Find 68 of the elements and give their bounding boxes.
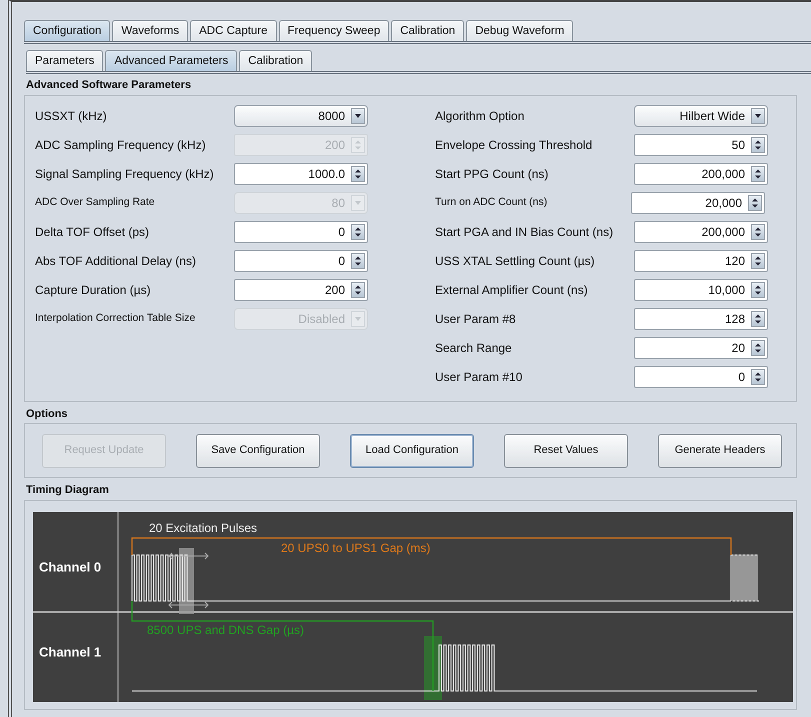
spinner-field[interactable]: 128: [634, 308, 768, 330]
tab[interactable]: Frequency Sweep: [278, 20, 390, 41]
field-label: Turn on ADC Count (ns): [435, 195, 548, 210]
field-label: Interpolation Correction Table Size: [35, 311, 196, 326]
field-label: Capture Duration (µs): [35, 282, 152, 299]
gap-label: 20 UPS0 to UPS1 Gap (ms): [281, 540, 430, 555]
spinner-field[interactable]: 50: [634, 134, 768, 156]
spinner-arrows-icon[interactable]: [751, 166, 765, 182]
spinner-arrows-icon[interactable]: [751, 340, 765, 356]
spinner-field[interactable]: 0: [234, 221, 368, 243]
spinner-field[interactable]: 200: [234, 279, 368, 301]
spinner-arrows-icon[interactable]: [751, 137, 765, 153]
section-title: Advanced Software Parameters: [26, 78, 192, 93]
pulse-count-label: 20 Excitation Pulses: [149, 520, 258, 535]
button[interactable]: Reset Values: [504, 434, 628, 468]
dropdown[interactable]: 8000: [234, 105, 368, 127]
field-label: Start PGA and IN Bias Count (ns): [435, 224, 614, 241]
field-label: Delta TOF Offset (ps): [35, 224, 150, 241]
field-label: User Param #10: [435, 369, 524, 386]
spinner-arrows-icon[interactable]: [751, 224, 765, 240]
section-title: Options: [26, 406, 69, 422]
field-label: User Param #8: [435, 311, 517, 328]
spinner-arrows-icon[interactable]: [351, 166, 365, 182]
field-label: Envelope Crossing Threshold: [435, 137, 594, 154]
tab[interactable]: Calibration: [391, 20, 464, 41]
tab[interactable]: Advanced Parameters: [105, 50, 238, 71]
field-label: ADC Over Sampling Rate: [35, 195, 156, 210]
spinner-arrows-icon[interactable]: [751, 311, 765, 327]
spinner-field[interactable]: 1000.0: [234, 163, 368, 185]
spinner-arrows-icon[interactable]: [751, 282, 765, 298]
field-label: ADC Sampling Frequency (kHz): [35, 137, 207, 154]
field-label: USSXT (kHz): [35, 108, 108, 125]
field-label: Algorithm Option: [435, 108, 526, 125]
field-label: USS XTAL Settling Count (µs): [435, 253, 596, 270]
spinner-arrows-icon[interactable]: [351, 253, 365, 269]
tab[interactable]: Waveforms: [112, 20, 188, 41]
field-label: Abs TOF Additional Delay (ns): [35, 253, 197, 270]
spinner-field[interactable]: 120: [634, 250, 768, 272]
tab[interactable]: Configuration: [24, 20, 110, 41]
field-label: Search Range: [435, 340, 513, 357]
tab[interactable]: Calibration: [239, 50, 312, 71]
spinner-arrows-icon[interactable]: [351, 224, 365, 240]
spinner-field[interactable]: 10,000: [634, 279, 768, 301]
gap-label: 8500 UPS and DNS Gap (µs): [147, 622, 304, 637]
button[interactable]: Load Configuration: [350, 434, 474, 468]
tab[interactable]: ADC Capture: [190, 20, 277, 41]
tab[interactable]: Debug Waveform: [466, 20, 574, 41]
tab[interactable]: Parameters: [26, 50, 104, 71]
dropdown[interactable]: Hilbert Wide: [634, 105, 768, 127]
spinner-arrows-icon[interactable]: [351, 282, 365, 298]
spinner-field[interactable]: 20,000: [631, 192, 765, 214]
channel-label: Channel 0: [39, 558, 102, 574]
spinner-arrows-icon[interactable]: [751, 369, 765, 385]
section-title: Timing Diagram: [26, 483, 110, 498]
spinner-arrows-icon[interactable]: [751, 253, 765, 269]
spinner-field[interactable]: 200,000: [634, 221, 768, 243]
double-arrow-drawing: [168, 552, 209, 608]
field-label: Signal Sampling Frequency (kHz): [35, 166, 215, 183]
button[interactable]: Save Configuration: [196, 434, 320, 468]
field-label: External Amplifier Count (ns): [435, 282, 589, 299]
spinner-field[interactable]: 200,000: [634, 163, 768, 185]
spinner-field[interactable]: 20: [634, 337, 768, 359]
spinner-arrows-icon[interactable]: [748, 195, 762, 211]
channel-label: Channel 1: [39, 644, 102, 659]
spinner-field[interactable]: 0: [634, 366, 768, 388]
button[interactable]: Generate Headers: [658, 434, 782, 468]
spinner-field[interactable]: 0: [234, 250, 368, 272]
field-label: Start PPG Count (ns): [435, 166, 550, 183]
